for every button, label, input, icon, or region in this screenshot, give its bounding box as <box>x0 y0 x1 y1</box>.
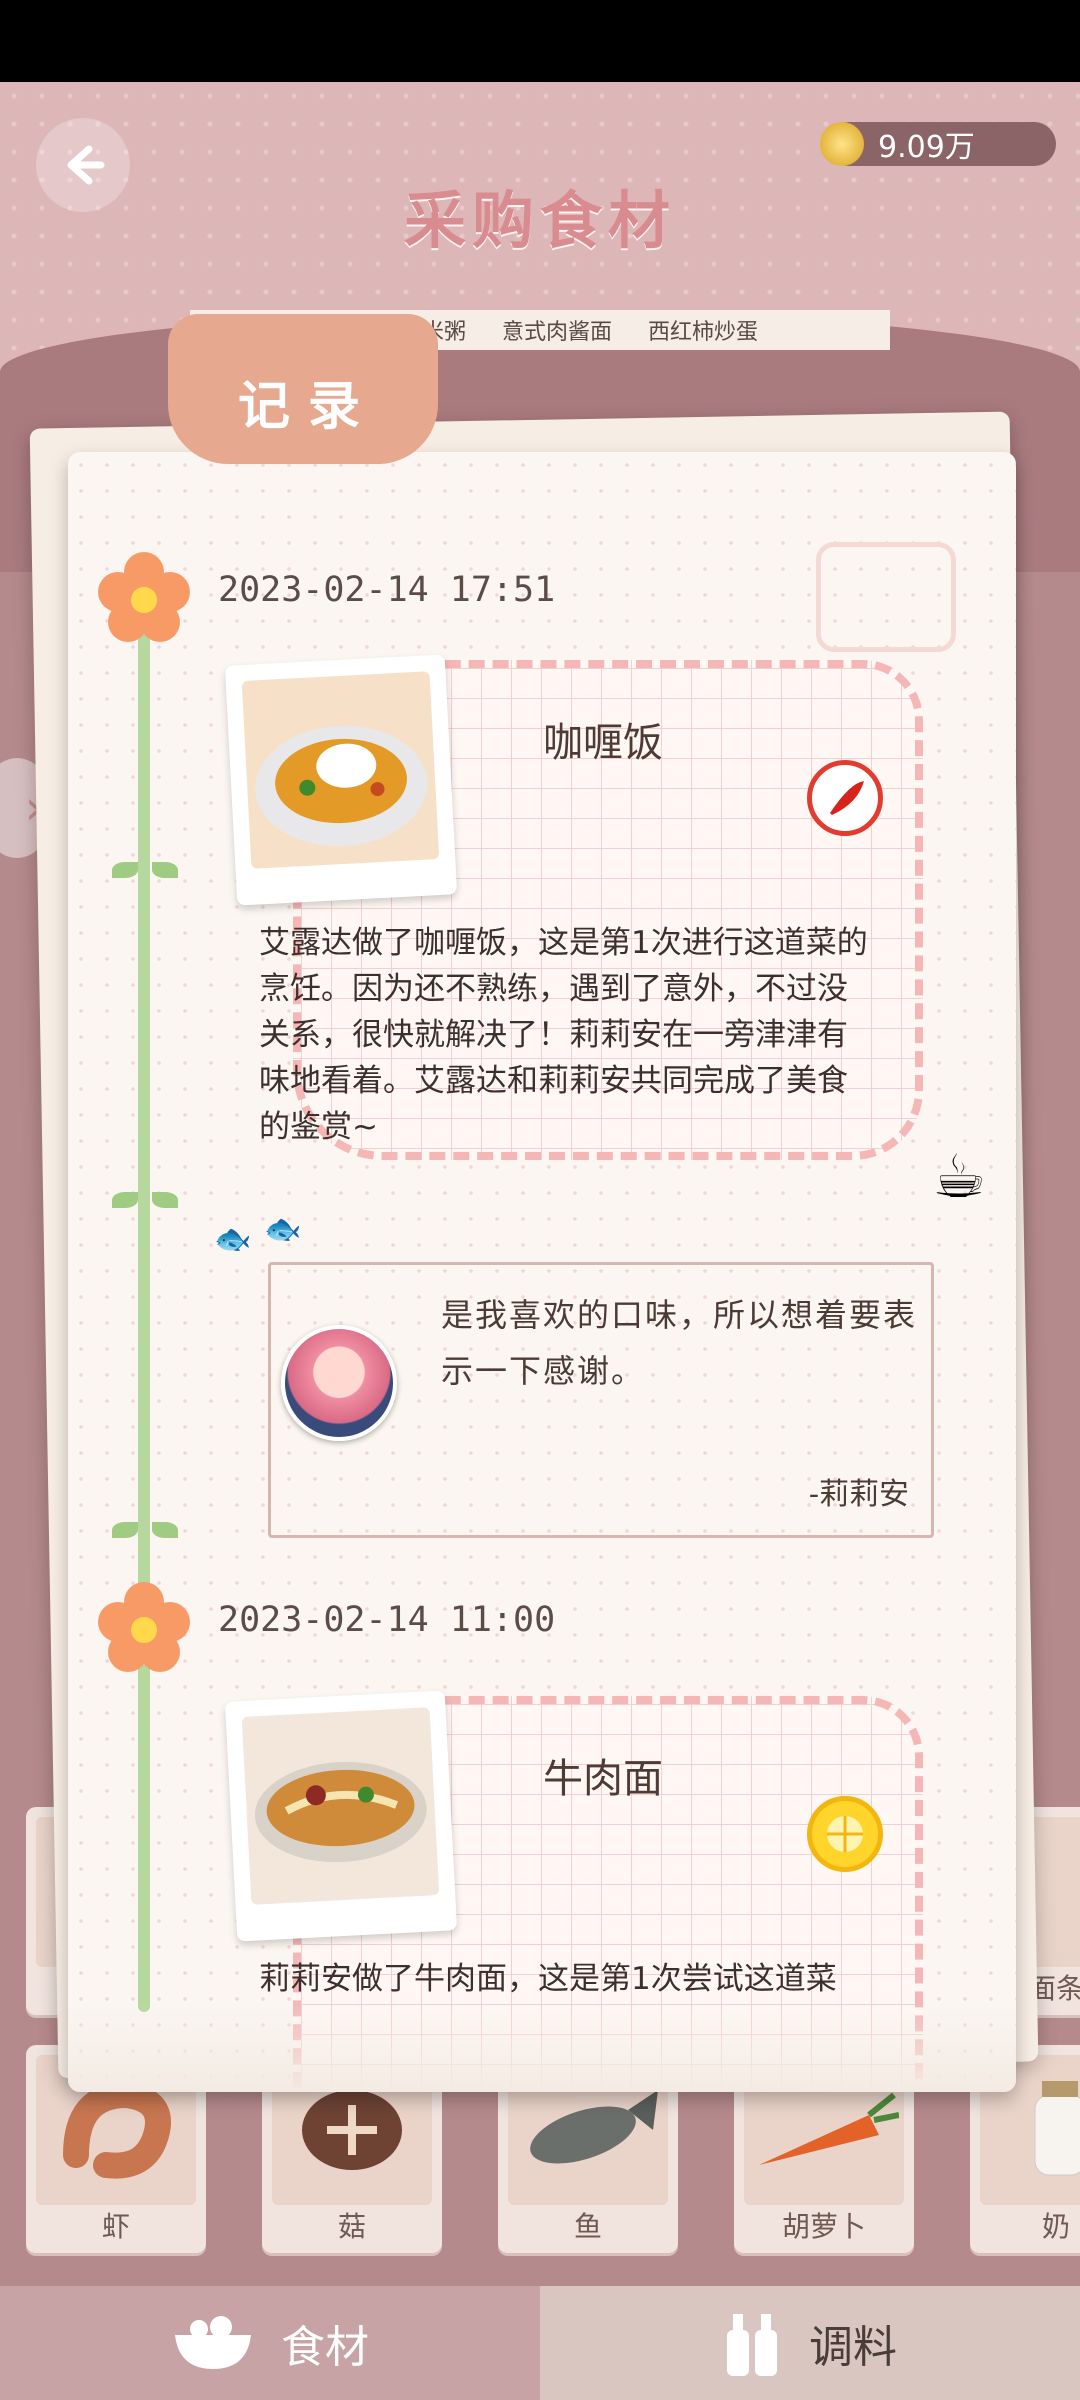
page-title: 采购食材 <box>403 184 676 257</box>
coin-icon: ● <box>820 122 864 166</box>
beef-noodle-image <box>254 1761 427 1863</box>
dish-name: 牛肉面 <box>543 1756 663 1802</box>
dish-description: 艾露达做了咖喱饭，这是第1次进行这道菜的烹饪。因为还不熟练，遇到了意外，不过没关… <box>259 925 868 1145</box>
tab-label: 食材 <box>281 2322 369 2373</box>
record-badge-label: 记录 <box>238 376 379 437</box>
dish-photo <box>224 1690 458 1942</box>
camera-icon <box>816 542 956 652</box>
food-label: 奶 <box>1042 2210 1071 2243</box>
flower-icon <box>98 552 190 642</box>
tea-cup-icon: ☕ <box>932 1142 986 1212</box>
dish-name: 咖喱饭 <box>543 720 663 766</box>
record-badge: 记录 <box>168 314 438 464</box>
entry-timestamp: 2023-02-14 11:00 <box>218 1600 556 1640</box>
game-screen: ● 9.09万 采购食材 小米粥 意式肉酱面 西红柿炒蛋 » 恢 面条 虾 <box>0 82 1080 2400</box>
panel-fade <box>68 2002 1016 2092</box>
coin-amount: 9.09万 <box>878 130 975 165</box>
recipe-strip-item: 意式肉酱面 <box>502 320 613 345</box>
leaf-icon <box>152 1192 178 1208</box>
dish-entry: 咖喱饭 艾露达做了咖喱饭，这是第1次进行这道菜的烹饪。因为还不熟练，遇到了意外，… <box>213 654 923 1160</box>
lemon-icon <box>807 1796 883 1872</box>
bowl-icon <box>175 2316 251 2369</box>
food-label: 胡萝卜 <box>781 2210 866 2243</box>
leaf-icon <box>112 1192 138 1208</box>
food-label: 虾 <box>101 2210 130 2243</box>
quote-text: 是我喜欢的口味，所以想着要表示一下感谢。 <box>441 1296 918 1390</box>
bottom-tab-bar: 食材 调料 <box>0 2286 1080 2400</box>
leaf-icon <box>152 862 178 878</box>
tab-ingredients[interactable]: 食材 <box>0 2286 540 2400</box>
tab-label: 调料 <box>809 2322 897 2373</box>
tab-seasonings[interactable]: 调料 <box>540 2286 1080 2400</box>
leaf-icon <box>112 1522 138 1538</box>
food-label: 菇 <box>337 2210 366 2243</box>
timeline-stem <box>138 572 150 2012</box>
avatar <box>281 1325 397 1441</box>
leaf-icon <box>152 1522 178 1538</box>
leaf-icon <box>112 862 138 878</box>
bottles-icon <box>727 2314 777 2376</box>
food-label: 鱼 <box>573 2210 602 2243</box>
dish-description: 莉莉安做了牛肉面，这是第1次尝试这道菜 <box>259 1961 837 1997</box>
quote-author: -莉莉安 <box>808 1477 909 1512</box>
dish-photo <box>224 654 458 906</box>
fish-decoration-icon: 🐟 <box>214 1222 252 1257</box>
recipe-strip-item: 西红柿炒蛋 <box>648 320 759 345</box>
character-quote: 是我喜欢的口味，所以想着要表示一下感谢。 -莉莉安 <box>268 1262 934 1538</box>
fish-decoration-icon: 🐟 <box>264 1212 302 1247</box>
chili-icon <box>807 760 883 836</box>
flower-icon <box>98 1582 190 1672</box>
curry-rice-image <box>255 725 428 847</box>
coin-balance: ● 9.09万 <box>820 122 1056 166</box>
record-panel[interactable]: 2023-02-14 17:51 咖喱饭 艾露达做了咖喱饭，这是第1次进行这道菜… <box>68 452 1016 2092</box>
entry-timestamp: 2023-02-14 17:51 <box>218 570 556 610</box>
